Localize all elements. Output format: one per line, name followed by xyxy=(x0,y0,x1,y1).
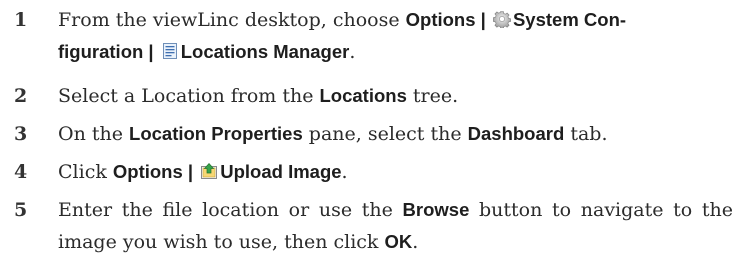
step-text: Click Options | Upload Image. xyxy=(58,156,733,188)
step-text-part: From the viewLinc desktop, choose xyxy=(58,9,406,31)
step-text-part: pane, select the xyxy=(302,123,468,145)
menu-options: Options | xyxy=(405,9,491,30)
menu-system-configuration-part2: figuration | xyxy=(58,41,159,62)
step-text-part: Click xyxy=(58,161,113,183)
menu-upload-image: Upload Image xyxy=(220,161,342,182)
menu-system-configuration-part1: System Con- xyxy=(512,9,627,30)
step-text-part: . xyxy=(412,231,419,253)
step-number: 3 xyxy=(14,123,28,145)
list-document-icon xyxy=(161,42,179,60)
dashboard-tab-label: Dashboard xyxy=(467,123,565,144)
step-number: 5 xyxy=(14,199,28,221)
step-text-part: . xyxy=(341,161,348,183)
step-number: 2 xyxy=(14,85,28,107)
gear-icon xyxy=(493,10,511,28)
step-text: Enter the file location or use the Brows… xyxy=(58,194,733,258)
locations-tree-label: Locations xyxy=(319,85,407,106)
ok-button-label: OK xyxy=(384,231,413,252)
step-text-part: tree. xyxy=(406,85,459,107)
step-text: Select a Location from the Locations tre… xyxy=(58,80,733,112)
step-text: From the viewLinc desktop, choose Option… xyxy=(58,4,733,68)
step-text-part: Enter the file location or use the xyxy=(58,199,403,221)
menu-options: Options | xyxy=(112,161,199,182)
instruction-steps: 1 From the viewLinc desktop, choose Opti… xyxy=(0,0,735,268)
step-text: On the Location Properties pane, select … xyxy=(58,118,733,150)
upload-image-icon xyxy=(200,162,218,180)
step-text-part: . xyxy=(349,41,356,63)
step-text-part: On the xyxy=(58,123,130,145)
location-properties-label: Location Properties xyxy=(129,123,303,144)
browse-button-label: Browse xyxy=(402,199,470,220)
step-number: 4 xyxy=(14,161,28,183)
step-text-part: Select a Location from the xyxy=(58,85,320,107)
menu-locations-manager: Locations Manager xyxy=(180,41,350,62)
step-text-part: tab. xyxy=(564,123,608,145)
step-number: 1 xyxy=(14,9,28,31)
